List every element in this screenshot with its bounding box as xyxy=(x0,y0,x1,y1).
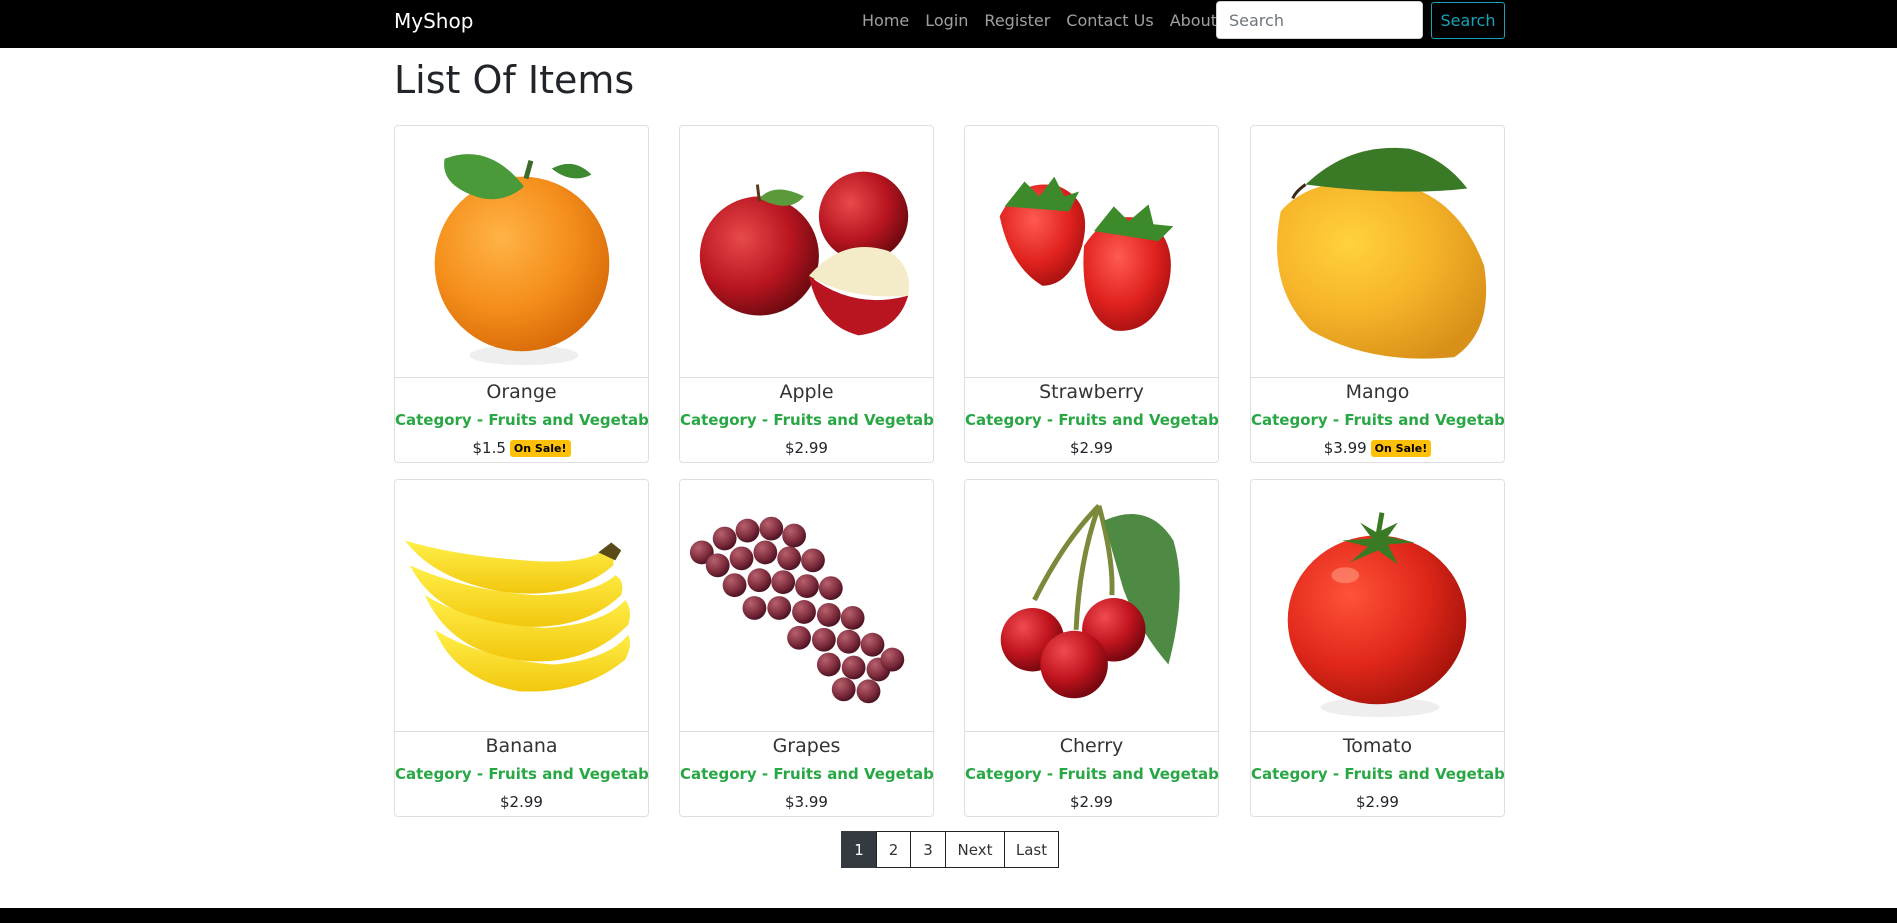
nav-links: Home Login Register Contact Us About Us xyxy=(862,11,1242,31)
sale-badge: On Sale! xyxy=(1370,440,1432,457)
banana-icon xyxy=(404,540,631,692)
product-name: Apple xyxy=(779,381,834,403)
product-card[interactable]: Mango Category - Fruits and Vegetables $… xyxy=(1250,125,1505,463)
product-category: Category - Fruits and Vegetables xyxy=(680,765,934,783)
search-input[interactable] xyxy=(1216,1,1423,39)
product-category: Category - Fruits and Vegetables xyxy=(1251,765,1505,783)
cherry-icon xyxy=(1000,504,1180,699)
product-card[interactable]: Cherry Category - Fruits and Vegetables … xyxy=(964,479,1219,817)
product-card[interactable]: Banana Category - Fruits and Vegetables … xyxy=(394,479,649,817)
search-button[interactable]: Search xyxy=(1431,2,1505,39)
product-price-row: $2.99 xyxy=(680,439,933,457)
pagination: 1 2 3 Next Last xyxy=(841,831,1059,868)
tomato-icon xyxy=(1287,512,1467,718)
product-price: $2.99 xyxy=(1070,793,1113,811)
product-name: Strawberry xyxy=(1039,381,1144,403)
navbar: MyShop Home Login Register Contact Us Ab… xyxy=(0,0,1897,48)
product-name: Grapes xyxy=(772,735,841,757)
product-image-tomato xyxy=(1251,480,1504,732)
product-image-orange xyxy=(395,126,648,378)
product-name: Cherry xyxy=(1059,735,1124,757)
product-price-row: $3.99 xyxy=(680,793,933,811)
product-price: $3.99 xyxy=(1323,439,1367,457)
product-image-cherry xyxy=(965,480,1218,732)
product-image-mango xyxy=(1251,126,1504,378)
sale-badge: On Sale! xyxy=(509,440,571,457)
product-name: Banana xyxy=(485,735,558,757)
product-card[interactable]: Grapes Category - Fruits and Vegetables … xyxy=(679,479,934,817)
page-1-button[interactable]: 1 xyxy=(841,831,877,868)
product-image-apple xyxy=(680,126,933,378)
product-category: Category - Fruits and Vegetables xyxy=(395,765,649,783)
product-category: Category - Fruits and Vegetables xyxy=(395,411,649,429)
product-name: Tomato xyxy=(1342,735,1413,757)
product-price-row: $1.5 On Sale! xyxy=(395,439,648,457)
product-card[interactable]: Tomato Category - Fruits and Vegetables … xyxy=(1250,479,1505,817)
product-price: $3.99 xyxy=(785,793,828,811)
nav-link-login[interactable]: Login xyxy=(925,11,968,31)
product-price: $2.99 xyxy=(1356,793,1399,811)
page-2-button[interactable]: 2 xyxy=(876,831,911,868)
product-price-row: $2.99 xyxy=(965,793,1218,811)
product-price-row: $2.99 xyxy=(395,793,648,811)
product-category: Category - Fruits and Vegetables xyxy=(680,411,934,429)
product-image-grapes xyxy=(680,480,933,732)
product-name: Mango xyxy=(1345,381,1410,403)
apple-icon xyxy=(699,171,910,336)
nav-link-register[interactable]: Register xyxy=(984,11,1050,31)
grapes-icon xyxy=(689,516,905,704)
product-card[interactable]: Orange Category - Fruits and Vegetables … xyxy=(394,125,649,463)
brand-logo-link[interactable]: MyShop xyxy=(394,9,473,33)
product-price-row: $2.99 xyxy=(1251,793,1504,811)
product-image-strawberry xyxy=(965,126,1218,378)
product-category: Category - Fruits and Vegetables xyxy=(1251,411,1505,429)
last-page-button[interactable]: Last xyxy=(1004,831,1059,868)
product-name: Orange xyxy=(486,381,557,403)
page-title: List Of Items xyxy=(394,58,635,102)
nav-link-home[interactable]: Home xyxy=(862,11,909,31)
product-image-banana xyxy=(395,480,648,732)
nav-link-contact-us[interactable]: Contact Us xyxy=(1066,11,1153,31)
strawberry-icon xyxy=(999,176,1174,331)
orange-icon xyxy=(434,154,610,366)
mango-icon xyxy=(1277,147,1487,359)
page-3-button[interactable]: 3 xyxy=(910,831,946,868)
next-page-button[interactable]: Next xyxy=(945,831,1005,868)
product-price: $2.99 xyxy=(785,439,828,457)
product-price: $2.99 xyxy=(500,793,543,811)
product-price: $2.99 xyxy=(1070,439,1113,457)
product-category: Category - Fruits and Vegetables xyxy=(965,411,1219,429)
product-card[interactable]: Strawberry Category - Fruits and Vegetab… xyxy=(964,125,1219,463)
product-category: Category - Fruits and Vegetables xyxy=(965,765,1219,783)
product-price-row: $3.99 On Sale! xyxy=(1251,439,1504,457)
product-price: $1.5 xyxy=(472,439,506,457)
product-price-row: $2.99 xyxy=(965,439,1218,457)
product-card[interactable]: Apple Category - Fruits and Vegetables $… xyxy=(679,125,934,463)
footer xyxy=(0,908,1897,923)
